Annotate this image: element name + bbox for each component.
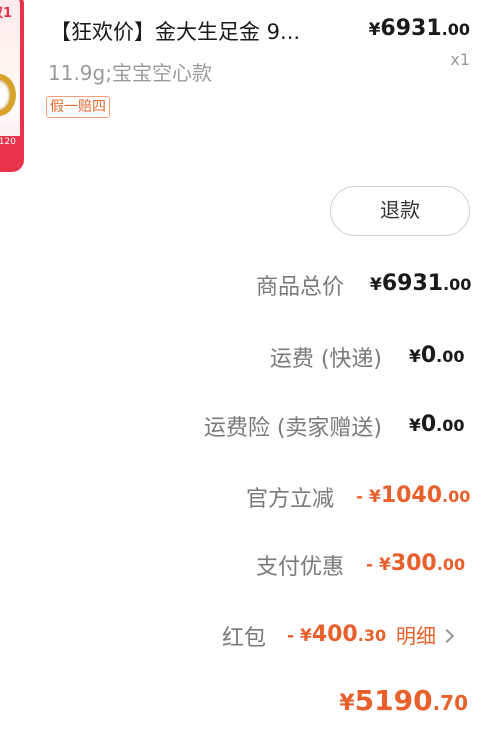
- paid-total-integer: 5190: [354, 684, 433, 717]
- paid-total-decimal: .70: [432, 691, 468, 715]
- total-goods-integer: 6931: [381, 271, 444, 296]
- payment-discount-amount: - ¥300.00: [366, 551, 465, 576]
- official-discount-currency: - ¥: [356, 487, 381, 507]
- payment-discount-integer: 300: [390, 551, 437, 576]
- gold-ring-image: [0, 74, 16, 116]
- red-packet-detail-label: 明细: [396, 624, 436, 648]
- shipping-insurance-amount: ¥0.00: [409, 412, 465, 437]
- shipping-insurance-label: 运费险 (卖家赠送): [203, 416, 382, 441]
- order-detail-page: 双1 -120 【狂欢价】金大生足金 9... 11.9g;宝宝空心款 假一赔四…: [0, 0, 500, 750]
- total-goods-currency: ¥: [370, 275, 382, 295]
- total-goods-decimal: .00: [443, 275, 472, 294]
- payment-discount-label: 支付优惠: [255, 555, 344, 580]
- red-packet-decimal: .30: [357, 626, 387, 645]
- payment-discount-decimal: .00: [436, 555, 466, 574]
- official-discount-integer: 1040: [380, 483, 443, 508]
- quantity: x1: [450, 50, 470, 69]
- paid-total-amount: ¥5190.70: [339, 684, 468, 717]
- unit-price-integer: 6931: [380, 16, 442, 41]
- product-title[interactable]: 【狂欢价】金大生足金 9...: [50, 16, 300, 46]
- unit-price: ¥6931.00: [369, 16, 470, 41]
- shipping-insurance-integer: 0: [420, 412, 437, 437]
- payment-discount-currency: - ¥: [366, 555, 391, 575]
- thumbnail-band-text: -120: [0, 137, 16, 147]
- shipping-currency: ¥: [409, 347, 421, 367]
- chevron-right-icon: [439, 628, 455, 644]
- product-thumbnail[interactable]: 双1 -120: [0, 0, 24, 172]
- shipping-insurance-currency: ¥: [409, 416, 421, 436]
- official-discount-decimal: .00: [442, 487, 471, 506]
- shipping-label: 运费 (快递): [269, 347, 382, 372]
- shipping-integer: 0: [420, 343, 437, 368]
- paid-total-currency: ¥: [339, 691, 355, 716]
- official-discount-amount: - ¥1040.00: [356, 483, 470, 508]
- guarantee-badge: 假一赔四: [46, 96, 110, 118]
- total-goods-label: 商品总价: [255, 275, 344, 300]
- shipping-decimal: .00: [436, 347, 465, 366]
- red-packet-label: 红包: [221, 626, 266, 651]
- product-spec: 11.9g;宝宝空心款: [48, 61, 212, 85]
- unit-price-decimal: .00: [441, 20, 470, 39]
- thumbnail-promo-text: 双1: [0, 6, 13, 21]
- total-goods-amount: ¥6931.00: [370, 271, 471, 296]
- red-packet-integer: 400: [311, 622, 358, 647]
- official-discount-label: 官方立减: [245, 487, 334, 512]
- red-packet-currency: - ¥: [287, 626, 312, 646]
- shipping-insurance-decimal: .00: [436, 416, 465, 435]
- red-packet-detail-link[interactable]: 明细: [396, 620, 455, 649]
- shipping-amount: ¥0.00: [409, 343, 465, 368]
- refund-button[interactable]: 退款: [330, 186, 470, 236]
- red-packet-amount: - ¥400.30: [287, 622, 386, 647]
- thumbnail-promo-band: -120: [0, 136, 20, 168]
- unit-price-currency: ¥: [368, 20, 381, 40]
